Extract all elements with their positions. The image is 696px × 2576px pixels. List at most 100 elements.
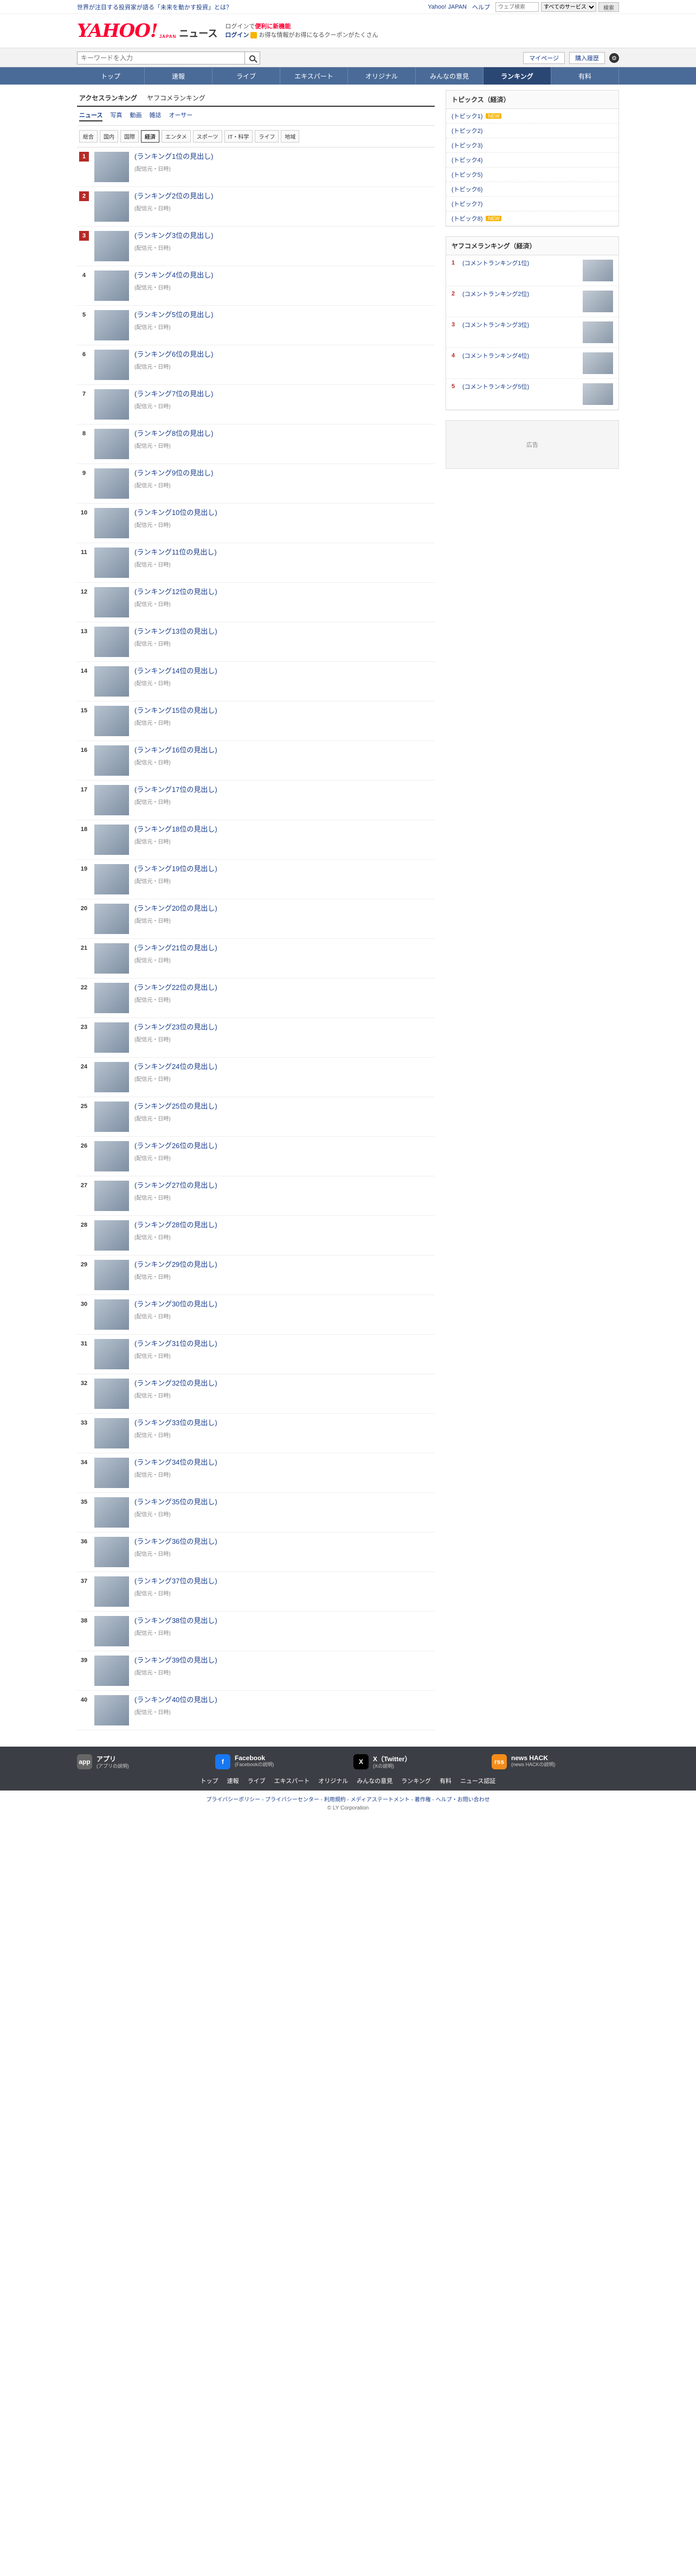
footer-app-0[interactable]: app アプリ (アプリの説明) [77,1754,204,1770]
article-thumbnail[interactable] [94,1022,129,1053]
cattabs-tab-1[interactable]: 国内 [100,130,118,143]
article-title-link[interactable]: (ランキング4位の見出し) [134,271,214,279]
ranking-item[interactable]: 4 (ランキング4位の見出し) (配信元・日時) [77,266,435,306]
ranking-item[interactable]: 18 (ランキング18位の見出し) (配信元・日時) [77,820,435,860]
article-title-link[interactable]: (ランキング23位の見出し) [134,1023,217,1031]
article-title-link[interactable]: (ランキング11位の見出し) [134,548,217,556]
ranking-item[interactable]: 26 (ランキング26位の見出し) (配信元・日時) [77,1137,435,1176]
web-search-input[interactable] [495,2,539,12]
article-title-link[interactable]: (ランキング33位の見出し) [134,1419,217,1427]
gear-icon[interactable]: ⚙ [609,53,619,63]
article-thumbnail[interactable] [94,389,129,420]
comment-rank-thumbnail[interactable] [583,260,613,281]
cattabs-tab-4[interactable]: エンタメ [162,130,191,143]
article-thumbnail[interactable] [94,1220,129,1251]
article-title-link[interactable]: (ランキング20位の見出し) [134,904,217,912]
article-thumbnail[interactable] [94,350,129,380]
nav-item-3[interactable]: エキスパート [280,67,348,85]
article-title-link[interactable]: (ランキング35位の見出し) [134,1498,217,1506]
ranking-item[interactable]: 28 (ランキング28位の見出し) (配信元・日時) [77,1216,435,1255]
kindtabs-tab-2[interactable]: 動画 [130,111,141,121]
topic-link[interactable]: (トピック2) [446,124,618,138]
cattabs-tab-6[interactable]: IT・科学 [224,130,253,143]
article-thumbnail[interactable] [94,191,129,222]
search-scope-select[interactable]: すべてのサービス [541,2,596,12]
article-thumbnail[interactable] [94,1181,129,1211]
ranking-item[interactable]: 10 (ランキング10位の見出し) (配信元・日時) [77,504,435,543]
article-title-link[interactable]: (ランキング13位の見出し) [134,627,217,635]
article-thumbnail[interactable] [94,1418,129,1448]
article-title-link[interactable]: (ランキング38位の見出し) [134,1617,217,1625]
footer-nav-item[interactable]: ニュース認証 [460,1776,495,1785]
ranking-item[interactable]: 15 (ランキング15位の見出し) (配信元・日時) [77,701,435,741]
nav-item-0[interactable]: トップ [77,67,145,85]
article-thumbnail[interactable] [94,943,129,974]
article-thumbnail[interactable] [94,825,129,855]
comment-ranking-item[interactable]: 2 (コメントランキング2位) [446,286,618,317]
article-title-link[interactable]: (ランキング19位の見出し) [134,865,217,873]
article-thumbnail[interactable] [94,666,129,697]
cattabs-tab-2[interactable]: 国際 [120,130,139,143]
footer-nav-item[interactable]: 速報 [227,1776,239,1785]
ranking-item[interactable]: 9 (ランキング9位の見出し) (配信元・日時) [77,464,435,504]
comment-rank-thumbnail[interactable] [583,383,613,405]
article-thumbnail[interactable] [94,508,129,538]
comment-ranking-item[interactable]: 4 (コメントランキング4位) [446,348,618,379]
article-thumbnail[interactable] [94,1537,129,1567]
article-title-link[interactable]: (ランキング17位の見出し) [134,785,217,794]
article-title-link[interactable]: (ランキング14位の見出し) [134,667,217,675]
ranking-item[interactable]: 25 (ランキング25位の見出し) (配信元・日時) [77,1097,435,1137]
article-thumbnail[interactable] [94,706,129,736]
article-title-link[interactable]: (ランキング25位の見出し) [134,1102,217,1110]
comment-rank-thumbnail[interactable] [583,321,613,343]
article-thumbnail[interactable] [94,548,129,578]
ranking-item[interactable]: 3 (ランキング3位の見出し) (配信元・日時) [77,227,435,266]
footer-app-1[interactable]: f Facebook (Facebookの説明) [215,1754,343,1770]
yahoo-top-link[interactable]: Yahoo! JAPAN [428,4,467,10]
ranking-item[interactable]: 37 (ランキング37位の見出し) (配信元・日時) [77,1572,435,1612]
article-title-link[interactable]: (ランキング26位の見出し) [134,1142,217,1150]
article-thumbnail[interactable] [94,1576,129,1607]
ranking-item[interactable]: 36 (ランキング36位の見出し) (配信元・日時) [77,1532,435,1572]
ranking-item[interactable]: 6 (ランキング6位の見出し) (配信元・日時) [77,345,435,385]
nav-item-4[interactable]: オリジナル [348,67,416,85]
article-title-link[interactable]: (ランキング6位の見出し) [134,350,214,358]
cattabs-tab-3[interactable]: 経済 [141,130,159,143]
footer-app-3[interactable]: rss news HACK (news HACKの説明) [492,1754,619,1770]
article-title-link[interactable]: (ランキング27位の見出し) [134,1181,217,1189]
topic-link[interactable]: (トピック1) NEW [446,109,618,124]
article-title-link[interactable]: (ランキング15位の見出し) [134,706,217,714]
ranking-item[interactable]: 7 (ランキング7位の見出し) (配信元・日時) [77,385,435,424]
article-title-link[interactable]: (ランキング37位の見出し) [134,1577,217,1585]
ranking-item[interactable]: 2 (ランキング2位の見出し) (配信元・日時) [77,187,435,227]
ranking-item[interactable]: 23 (ランキング23位の見出し) (配信元・日時) [77,1018,435,1058]
article-title-link[interactable]: (ランキング32位の見出し) [134,1379,217,1387]
footer-nav-item[interactable]: ライブ [248,1776,266,1785]
footer-nav-item[interactable]: みんなの意見 [357,1776,392,1785]
ranking-item[interactable]: 29 (ランキング29位の見出し) (配信元・日時) [77,1255,435,1295]
article-title-link[interactable]: (ランキング8位の見出し) [134,429,214,437]
cattabs-tab-7[interactable]: ライフ [255,130,279,143]
comment-rank-title[interactable]: (コメントランキング2位) [462,291,578,312]
kindtabs-tab-1[interactable]: 写真 [110,111,122,121]
article-thumbnail[interactable] [94,310,129,340]
cattabs-tab-8[interactable]: 地域 [281,130,300,143]
kindtabs-tab-0[interactable]: ニュース [79,111,103,121]
ranking-item[interactable]: 40 (ランキング40位の見出し) (配信元・日時) [77,1691,435,1730]
article-title-link[interactable]: (ランキング12位の見出し) [134,588,217,596]
article-title-link[interactable]: (ランキング31位の見出し) [134,1339,217,1348]
article-thumbnail[interactable] [94,1497,129,1528]
footer-nav-item[interactable]: 有料 [440,1776,452,1785]
comment-ranking-item[interactable]: 1 (コメントランキング1位) [446,255,618,286]
footer-nav-item[interactable]: エキスパート [274,1776,310,1785]
article-thumbnail[interactable] [94,1299,129,1330]
article-thumbnail[interactable] [94,864,129,894]
article-title-link[interactable]: (ランキング7位の見出し) [134,390,214,398]
yahoo-news-logo[interactable]: YAHOO! JAPAN ニュース [77,22,217,40]
article-title-link[interactable]: (ランキング29位の見出し) [134,1260,217,1268]
news-search-input[interactable] [77,51,245,65]
nav-item-7[interactable]: 有料 [551,67,619,85]
web-search-button[interactable]: 検索 [598,2,619,12]
article-thumbnail[interactable] [94,1260,129,1290]
footer-links[interactable]: プライバシーポリシー - プライバシーセンター - 利用規約 - メディアステー… [0,1791,696,1805]
